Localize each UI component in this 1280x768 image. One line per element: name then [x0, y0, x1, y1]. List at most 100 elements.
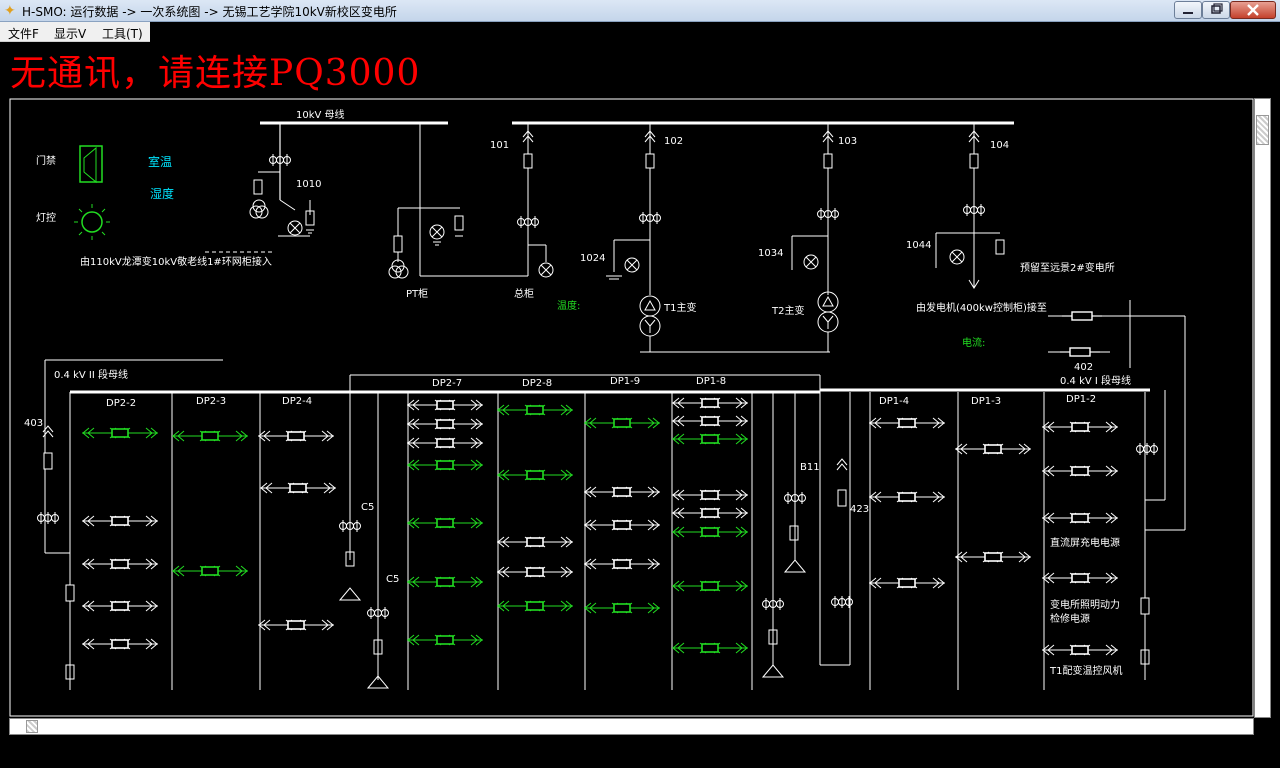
panel-dp2-3: DP2-3: [196, 396, 226, 407]
c5-label-2: C5: [386, 574, 399, 585]
feeder-breaker[interactable]: [1042, 645, 1118, 655]
feeder-breaker[interactable]: [407, 577, 483, 587]
feeder-breaker[interactable]: [955, 444, 1031, 454]
feeder-breaker[interactable]: [497, 470, 573, 480]
lv-bus2-label: 0.4 kV II 段母线: [54, 368, 128, 381]
feeder-breaker[interactable]: [497, 405, 573, 415]
status-bar: [0, 738, 1280, 768]
feeder-breaker[interactable]: [584, 603, 660, 613]
panel-dp1-9: DP1-9: [610, 376, 640, 387]
panel-dp1-3: DP1-3: [971, 396, 1001, 407]
load-lighting-2: 检修电源: [1050, 612, 1090, 625]
legend: [74, 145, 110, 240]
switch-1010: 1010: [296, 179, 321, 190]
panel-dp1-2: DP1-2: [1066, 394, 1096, 405]
panel-dp2-8: DP2-8: [522, 378, 552, 389]
menu-tools[interactable]: 工具(T): [102, 25, 143, 42]
label-light: 灯控: [36, 211, 56, 224]
menu-file[interactable]: 文件F: [8, 25, 39, 42]
feeder-breaker[interactable]: [672, 508, 748, 518]
feeder-breaker[interactable]: [407, 635, 483, 645]
close-icon: [1247, 4, 1259, 16]
b11-label: B11: [800, 462, 820, 473]
reserved-label: 预留至远景2#变电所: [1020, 261, 1115, 274]
label-door: 门禁: [36, 154, 56, 167]
door-icon[interactable]: [79, 145, 103, 184]
feeder-breaker[interactable]: [407, 460, 483, 470]
feeder-breaker[interactable]: [869, 492, 945, 502]
feeder-breaker[interactable]: [584, 487, 660, 497]
label-humidity: 湿度: [150, 186, 174, 201]
feeder-breaker[interactable]: [584, 418, 660, 428]
menu-view[interactable]: 显示V: [54, 25, 86, 42]
feeder-breaker[interactable]: [497, 601, 573, 611]
panel-dp2-7: DP2-7: [432, 378, 462, 389]
hv-bus-label: 10kV 母线: [296, 108, 345, 121]
temp-label: 温度:: [557, 299, 580, 312]
feeder-breaker[interactable]: [672, 490, 748, 500]
feeder-breaker[interactable]: [82, 516, 158, 526]
horizontal-scrollbar[interactable]: [9, 718, 1254, 735]
feeder-breaker[interactable]: [82, 601, 158, 611]
load-t1-fan: T1配变温控风机: [1049, 664, 1122, 677]
c5-label-1: C5: [361, 502, 374, 513]
lv-bus1-label: 0.4 kV I 段母线: [1060, 374, 1131, 387]
feeder-breaker[interactable]: [955, 552, 1031, 562]
panel-dp1-4: DP1-4: [879, 396, 909, 407]
feeder-breaker[interactable]: [869, 578, 945, 588]
app-icon: ✦: [4, 3, 16, 19]
feeder-breaker[interactable]: [497, 567, 573, 577]
feeder-breaker[interactable]: [172, 566, 248, 576]
t1-label: T1主变: [663, 301, 696, 314]
feeder-breaker[interactable]: [407, 419, 483, 429]
load-lighting-1: 变电所照明动力: [1050, 598, 1120, 611]
switch-1024: 1024: [580, 253, 605, 264]
main-cabinet-label: 总柜: [514, 287, 534, 300]
label-room-temp: 室温: [148, 154, 172, 169]
feeder-breaker[interactable]: [584, 559, 660, 569]
hv-section: [205, 121, 1186, 531]
feeder-breaker[interactable]: [1042, 466, 1118, 476]
feeder-breaker[interactable]: [869, 418, 945, 428]
feeder-breaker[interactable]: [672, 581, 748, 591]
feeder-breaker[interactable]: [172, 431, 248, 441]
pt-cabinet-label: PT柜: [406, 287, 428, 300]
feeder-breaker[interactable]: [1042, 573, 1118, 583]
feeder-breaker[interactable]: [672, 398, 748, 408]
feeder-breaker[interactable]: [672, 643, 748, 653]
feeder-breaker[interactable]: [407, 438, 483, 448]
feeder-breaker[interactable]: [1042, 513, 1118, 523]
feeder-breaker[interactable]: [672, 416, 748, 426]
feeder-breaker[interactable]: [672, 527, 748, 537]
feeder-breaker[interactable]: [497, 537, 573, 547]
feeder-breaker[interactable]: [258, 431, 334, 441]
feeder-breaker[interactable]: [584, 520, 660, 530]
feeder-breaker[interactable]: [407, 400, 483, 410]
minimize-button[interactable]: [1174, 1, 1202, 19]
horizontal-scroll-thumb[interactable]: [26, 720, 38, 733]
feeder-breaker[interactable]: [407, 518, 483, 528]
feeder-breaker[interactable]: [82, 559, 158, 569]
panel-dp1-8: DP1-8: [696, 376, 726, 387]
t2-label: T2主变: [771, 304, 804, 317]
feeder-breaker[interactable]: [82, 428, 158, 438]
feeder-breaker[interactable]: [260, 483, 336, 493]
maximize-button[interactable]: [1202, 1, 1230, 19]
current-label: 电流:: [962, 336, 985, 349]
restore-icon: [1211, 3, 1223, 14]
feeder-breaker[interactable]: [82, 639, 158, 649]
generator-label: 由发电机(400kw控制柜)接至: [916, 301, 1047, 314]
close-button[interactable]: [1230, 1, 1276, 19]
feeder-103: 103: [838, 136, 857, 147]
light-icon[interactable]: [74, 204, 110, 240]
vertical-scrollbar[interactable]: [1254, 98, 1271, 718]
vertical-scroll-thumb[interactable]: [1256, 115, 1269, 145]
feeder-breaker[interactable]: [672, 434, 748, 444]
feeder-breaker[interactable]: [1042, 422, 1118, 432]
feeder-breaker[interactable]: [258, 620, 334, 630]
lv-feeders: [82, 398, 1118, 655]
breaker-402: 402: [1074, 362, 1093, 373]
communication-alarm: 无通讯，请连接PQ3000: [10, 53, 421, 94]
single-line-diagram: 门禁 灯控 室温 湿度 10kV 母线 101 102 103 104 1010…: [9, 98, 1271, 734]
breaker-403: 403: [24, 418, 43, 429]
